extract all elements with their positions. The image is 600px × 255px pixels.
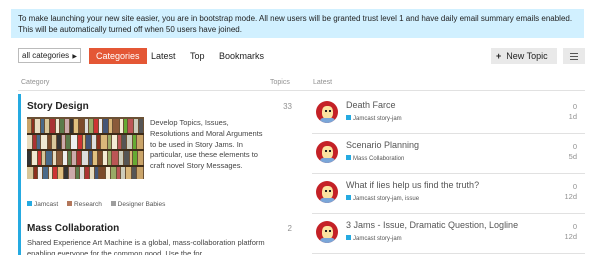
topic-reply-count: 0 [572, 222, 577, 231]
topic-category-name: Jamcast [353, 196, 376, 202]
subcategory-color-icon [67, 201, 73, 206]
category-color-icon [346, 235, 351, 240]
subcategory-name: Research [74, 201, 102, 208]
banner-line-1: To make launching your new site easier, … [18, 14, 573, 23]
tab-categories[interactable]: Categories [89, 48, 147, 64]
topic-category-name: Mass Collaboration [353, 156, 405, 162]
new-topic-button[interactable]: + New Topic [491, 48, 557, 64]
topic-tags: story-jam [377, 236, 402, 242]
category-image [27, 117, 144, 179]
topic-title[interactable]: Death Farce [346, 100, 396, 110]
category-dropdown-label: all categories [22, 51, 70, 60]
topic-tags: story-jam, issue [377, 196, 420, 202]
category-color-icon [346, 115, 351, 120]
tab-bookmarks[interactable]: Bookmarks [219, 48, 264, 64]
topic-reply-count: 0 [572, 102, 577, 111]
header-divider [18, 90, 585, 91]
subcategory-list: Jamcast Research Designer Babies [27, 201, 172, 208]
category-topic-count: 33 [283, 102, 292, 111]
caret-right-icon: ▶ [72, 54, 77, 60]
tab-top[interactable]: Top [190, 48, 205, 64]
category-name[interactable]: Story Design [27, 101, 89, 112]
subcategory-name: Jamcast [34, 201, 59, 208]
category-description: Develop Topics, Issues, Resolutions and … [150, 118, 263, 171]
avatar[interactable] [316, 141, 338, 163]
category-topic-count: 2 [287, 224, 292, 233]
category-color-bar [18, 216, 21, 255]
column-header-latest: Latest [313, 79, 333, 86]
new-topic-label: New Topic [506, 51, 548, 61]
category-story-design[interactable]: Story Design 33 Develop Topics, Issues, … [18, 94, 294, 216]
hamburger-icon-line [570, 56, 578, 57]
topic-age[interactable]: 1d [569, 112, 577, 121]
category-color-bar [18, 94, 21, 216]
avatar[interactable] [316, 101, 338, 123]
category-color-icon [346, 195, 351, 200]
category-description: Shared Experience Art Machine is a globa… [27, 238, 265, 255]
topic-category[interactable]: Jamcast story-jam [346, 115, 402, 122]
topic-category-name: Jamcast [353, 116, 376, 122]
topic-age[interactable]: 12d [564, 192, 577, 201]
topic-age[interactable]: 12d [564, 232, 577, 241]
subcategory-link[interactable]: Designer Babies [110, 201, 166, 208]
subcategory-name: Designer Babies [117, 201, 166, 208]
avatar[interactable] [316, 181, 338, 203]
latest-topic-row[interactable]: What if lies help us find the truth? Jam… [312, 174, 585, 214]
column-header-topics: Topics [270, 79, 290, 86]
tab-latest[interactable]: Latest [151, 48, 176, 64]
latest-topic-row[interactable]: Death Farce Jamcast story-jam 0 1d [312, 94, 585, 134]
navigation-bar: all categories ▶ Categories Latest Top B… [18, 48, 588, 64]
category-dropdown[interactable]: all categories ▶ [18, 48, 81, 63]
topic-reply-count: 0 [572, 142, 577, 151]
hamburger-icon [570, 53, 578, 54]
subcategory-color-icon [110, 201, 116, 206]
subcategory-link[interactable]: Jamcast [27, 201, 58, 208]
topic-reply-count: 0 [572, 182, 577, 191]
topic-category[interactable]: Jamcast story-jam, issue [346, 195, 419, 202]
topic-tags: story-jam [377, 116, 402, 122]
plus-icon: + [496, 51, 502, 61]
banner-line-2: This will be automatically turned off wh… [18, 25, 242, 34]
topic-category-name: Jamcast [353, 236, 376, 242]
column-header-category: Category [21, 79, 50, 86]
subcategory-link[interactable]: Research [67, 201, 102, 208]
topic-title[interactable]: What if lies help us find the truth? [346, 180, 479, 190]
topic-category[interactable]: Jamcast story-jam [346, 235, 402, 242]
avatar[interactable] [316, 221, 338, 243]
topic-title[interactable]: Scenario Planning [346, 140, 419, 150]
latest-topic-row[interactable]: 3 Jams - Issue, Dramatic Question, Logli… [312, 214, 585, 254]
subcategory-color-icon [27, 201, 32, 206]
category-name[interactable]: Mass Collaboration [27, 223, 119, 234]
topic-category[interactable]: Mass Collaboration [346, 155, 404, 162]
topic-title[interactable]: 3 Jams - Issue, Dramatic Question, Logli… [346, 220, 518, 230]
hamburger-menu-button[interactable] [563, 48, 585, 64]
bootstrap-mode-banner: To make launching your new site easier, … [11, 9, 584, 38]
topic-age[interactable]: 5d [569, 152, 577, 161]
latest-topic-row[interactable]: Scenario Planning Mass Collaboration 0 5… [312, 134, 585, 174]
category-color-icon [346, 155, 351, 160]
category-mass-collaboration[interactable]: Mass Collaboration 2 Shared Experience A… [18, 216, 294, 255]
hamburger-icon-line [570, 59, 578, 60]
